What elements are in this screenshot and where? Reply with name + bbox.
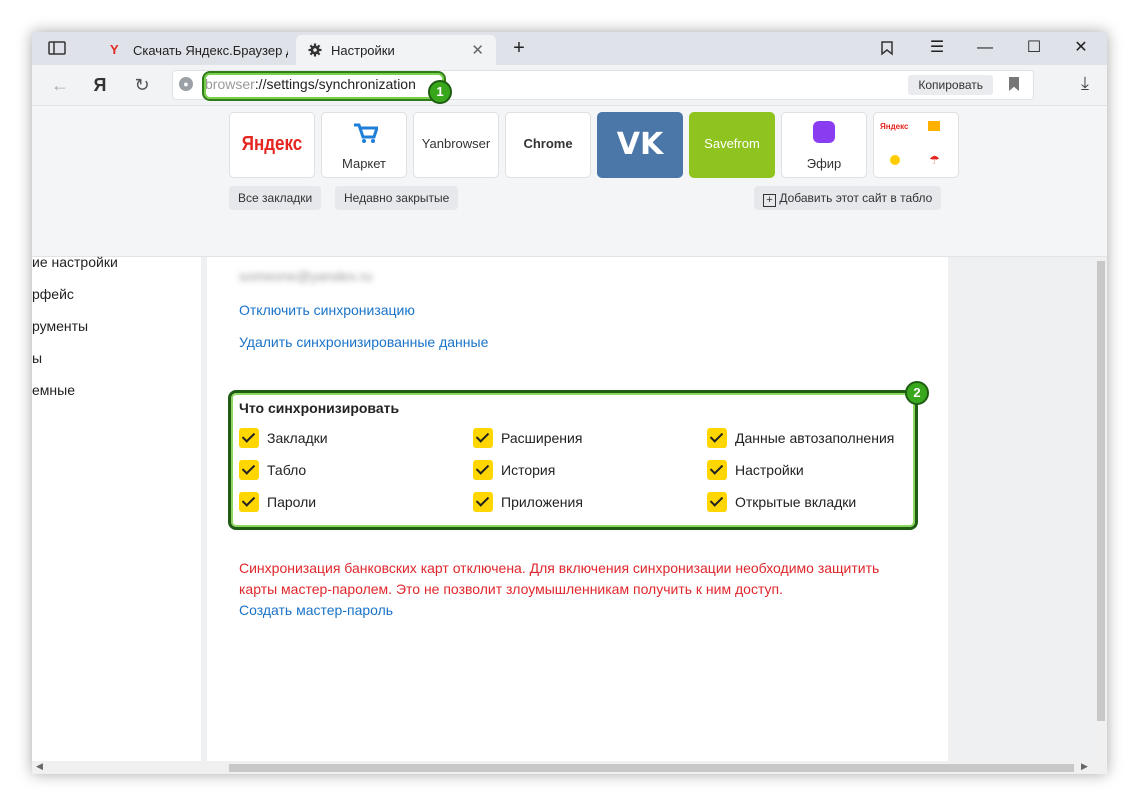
tile-label: Эфир [806,156,842,171]
tile-yandex[interactable]: Яндекс [229,112,315,178]
download-icon[interactable]: ⤓ [1081,73,1089,94]
checkbox-tableau[interactable] [239,460,259,480]
disable-sync-link[interactable]: Отключить синхронизацию [239,302,415,318]
horizontal-scroll-thumb[interactable] [229,764,1074,772]
tile-label: Chrome [523,136,573,151]
reload-button[interactable]: ↻ [130,73,154,97]
close-window-button[interactable]: ✕ [1066,36,1096,60]
bookmarks-manager-icon[interactable] [872,36,902,60]
vertical-scrollbar[interactable] [1094,257,1107,762]
yandex-mini-icon: Яндекс [880,122,909,131]
checkbox-label: Закладки [267,430,328,446]
sidebar-item-system[interactable]: емные [32,382,75,398]
checkbox-apps[interactable] [473,492,493,512]
account-email: someone@yandex.ru [239,268,373,284]
bookmark-icon[interactable] [1009,77,1019,91]
all-bookmarks-button[interactable]: Все закладки [229,186,322,210]
gallery-icon [928,121,940,131]
tile-group[interactable]: Яндекс ☂ [873,112,959,178]
scroll-right-arrow-icon[interactable]: ▶ [1081,761,1088,772]
copy-url-button[interactable]: Копировать [908,75,993,95]
checkbox-label: Табло [267,462,307,478]
checkbox-bookmarks[interactable] [239,428,259,448]
address-bar[interactable]: ● browser://settings/synchronization Коп… [172,70,1034,101]
sidebar-item-interface[interactable]: рфейс [32,286,74,302]
checkbox-label: Расширения [501,430,583,446]
url-highlight-frame [202,71,446,101]
marker-2-badge: 2 [905,381,929,405]
tab-download[interactable]: Y Скачать Яндекс.Браузер д [98,35,294,65]
checkbox-label: Пароли [267,494,317,510]
sidebar-item-general[interactable]: ие настройки [32,254,118,270]
cart-icon [352,121,380,148]
umbrella-icon: ☂ [929,153,940,167]
checkbox-label: Настройки [735,462,804,478]
sidebar-item-sites[interactable]: ы [32,350,42,366]
tableau-panel: Яндекс Маркет Yanbrowser Chrome VK Savef… [32,106,1107,257]
sidebar-item-tools[interactable]: рументы [32,318,88,334]
checkbox-label: История [501,462,556,478]
tab-label: Настройки [331,43,395,58]
new-tab-button[interactable]: + [504,36,534,60]
checkbox-label: Открытые вкладки [735,494,857,510]
sidebar-toggle-icon[interactable] [48,39,66,57]
create-master-password-link[interactable]: Создать мастер-пароль [239,602,393,618]
checkbox-open-tabs[interactable] [707,492,727,512]
close-tab-icon[interactable]: ✕ [471,41,484,59]
bank-cards-warning: Синхронизация банковских карт отключена.… [239,560,880,597]
delete-synced-data-link[interactable]: Удалить синхронизированные данные [239,334,488,350]
checkbox-extensions[interactable] [473,428,493,448]
efir-icon [813,121,835,143]
minimize-button[interactable]: — [970,36,1000,60]
add-site-button[interactable]: + Добавить этот сайт в табло [754,186,942,210]
checkbox-passwords[interactable] [239,492,259,512]
navigation-bar: ← Я ↻ ● browser://settings/synchronizati… [32,65,1107,106]
tile-label: Savefrom [704,136,760,151]
right-gutter [948,257,1094,762]
checkbox-autofill[interactable] [707,428,727,448]
checkbox-label: Данные автозаполнения [735,430,895,446]
checkbox-settings[interactable] [707,460,727,480]
checkbox-history[interactable] [473,460,493,480]
horizontal-scrollbar[interactable]: ◀ ▶ [32,761,1107,774]
site-info-icon[interactable]: ● [179,77,193,91]
plus-box-icon: + [763,194,776,207]
tile-chrome[interactable]: Chrome [505,112,591,178]
yandex-home-button[interactable]: Я [88,73,112,97]
gear-icon [308,43,322,60]
tile-market[interactable]: Маркет [321,112,407,178]
recently-closed-button[interactable]: Недавно закрытые [335,186,459,210]
tile-label: Яндекс [241,133,303,155]
add-site-label: Добавить этот сайт в табло [779,191,933,205]
vertical-scroll-thumb[interactable] [1097,261,1105,721]
tile-vk[interactable]: VK [597,112,683,178]
tile-efir[interactable]: Эфир [781,112,867,178]
marker-1-badge: 1 [428,80,452,104]
back-button[interactable]: ← [48,73,72,97]
play-icon [890,155,900,165]
tile-label: Маркет [341,156,387,171]
menu-icon[interactable]: ☰ [922,36,952,60]
browser-window: Y Скачать Яндекс.Браузер д Настройки ✕ +… [32,32,1107,774]
tab-settings[interactable]: Настройки ✕ [296,35,496,65]
maximize-button[interactable]: ☐ [1019,36,1049,60]
checkbox-label: Приложения [501,494,583,510]
tile-yanbrowser[interactable]: Yanbrowser [413,112,499,178]
scroll-left-arrow-icon[interactable]: ◀ [36,761,43,772]
tab-label: Скачать Яндекс.Браузер д [133,43,288,58]
tile-savefrom[interactable]: Savefrom [689,112,775,178]
yandex-icon: Y [110,42,119,57]
sync-section-title: Что синхронизировать [239,400,400,416]
tab-bar: Y Скачать Яндекс.Браузер д Настройки ✕ +… [32,32,1107,65]
vk-logo-icon: VK [616,127,664,162]
settings-sidebar: ие настройки рфейс рументы ы емные [32,254,207,762]
tile-label: Yanbrowser [421,136,491,151]
